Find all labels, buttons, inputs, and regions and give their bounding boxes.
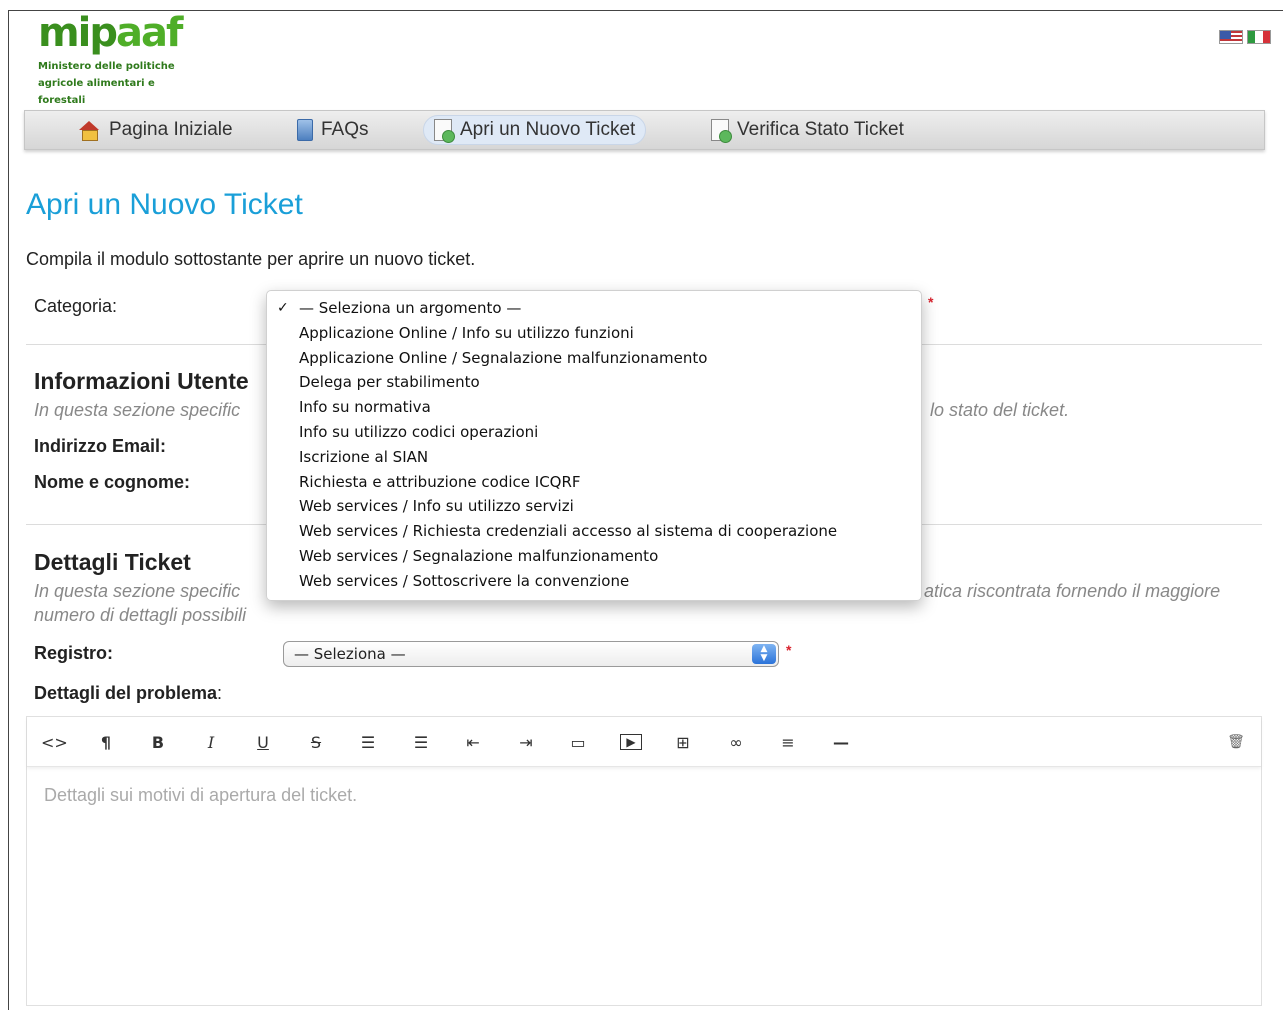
category-dropdown-menu: ✓ — Seleziona un argomento — Applicazion… — [266, 290, 922, 601]
dropdown-option[interactable]: Web services / Sottoscrivere la convenzi… — [267, 569, 921, 594]
dropdown-option[interactable]: Web services / Segnalazione malfunzionam… — [267, 544, 921, 569]
faq-book-icon — [297, 119, 313, 141]
select-arrows-icon: ▲ ▼ — [752, 644, 776, 664]
nav-faqs[interactable]: FAQs — [287, 115, 379, 145]
name-label: Nome e cognome: — [34, 472, 191, 492]
registry-required-mark: * — [786, 642, 792, 658]
editor-toolbar: <> ¶ B I U S ☰ ☰ ⇤ ⇥ ▭ ▶ ⊞ ∞ ≡ — 🗑 — [27, 717, 1261, 767]
registry-label: Registro: — [34, 643, 114, 663]
horizontal-rule-icon[interactable]: — — [830, 731, 852, 753]
registry-select[interactable]: — Seleziona — ▲ ▼ — [283, 641, 779, 667]
nav-home-label: Pagina Iniziale — [109, 119, 233, 140]
registry-select-value: — Seleziona — — [294, 645, 406, 663]
paragraph-icon[interactable]: ¶ — [95, 731, 117, 753]
link-icon[interactable]: ∞ — [725, 731, 747, 753]
email-label: Indirizzo Email: — [34, 436, 167, 456]
indent-icon[interactable]: ⇥ — [515, 731, 537, 753]
user-info-description: In questa sezione specific — [34, 400, 241, 420]
main-navbar: Pagina Iniziale FAQs Apri un Nuovo Ticke… — [24, 110, 1265, 150]
underline-icon[interactable]: U — [252, 731, 274, 753]
ticket-details-description-end: atica riscontrata fornendo il maggiore — [924, 581, 1221, 601]
dropdown-option[interactable]: Web services / Richiesta credenziali acc… — [267, 519, 921, 544]
ordered-list-icon[interactable]: ☰ — [410, 731, 432, 753]
unordered-list-icon[interactable]: ☰ — [357, 731, 379, 753]
dropdown-option[interactable]: Info su normativa — [267, 395, 921, 420]
category-label: Categoria: — [34, 296, 118, 316]
video-icon[interactable]: ▶ — [620, 734, 642, 750]
category-required-mark: * — [928, 294, 934, 310]
ticket-status-icon — [711, 119, 732, 143]
outdent-icon[interactable]: ⇤ — [462, 731, 484, 753]
dropdown-option[interactable]: Applicazione Online / Info su utilizzo f… — [267, 321, 921, 346]
mipaaf-logo[interactable]: mipaaf Ministero delle politiche agricol… — [38, 10, 183, 109]
english-flag-icon[interactable] — [1219, 30, 1243, 44]
dropdown-option[interactable]: Delega per stabilimento — [267, 370, 921, 395]
page-intro: Compila il modulo sottostante per aprire… — [26, 249, 476, 269]
dropdown-option[interactable]: Richiesta e attribuzione codice ICQRF — [267, 470, 921, 495]
nav-home[interactable]: Pagina Iniziale — [67, 115, 243, 145]
new-ticket-icon — [434, 119, 455, 143]
dropdown-option[interactable]: Info su utilizzo codici operazioni — [267, 420, 921, 445]
nav-ticket-status[interactable]: Verifica Stato Ticket — [701, 115, 914, 145]
user-info-heading: Informazioni Utente — [34, 368, 249, 394]
nav-faqs-label: FAQs — [321, 119, 369, 140]
page-title: Apri un Nuovo Ticket — [26, 188, 303, 221]
nav-new-ticket-label: Apri un Nuovo Ticket — [460, 119, 636, 140]
align-icon[interactable]: ≡ — [777, 731, 799, 753]
editor-placeholder[interactable]: Dettagli sui motivi di apertura del tick… — [44, 785, 357, 806]
dropdown-option[interactable]: ✓ — Seleziona un argomento — — [267, 296, 921, 321]
delete-icon[interactable]: 🗑 — [1225, 731, 1247, 753]
dropdown-option[interactable]: Iscrizione al SIAN — [267, 445, 921, 470]
bold-icon[interactable]: B — [147, 731, 169, 753]
logo-subtitle: Ministero delle politiche agricole alime… — [38, 61, 175, 106]
checkmark-icon: ✓ — [277, 300, 289, 316]
rich-text-editor: <> ¶ B I U S ☰ ☰ ⇤ ⇥ ▭ ▶ ⊞ ∞ ≡ — 🗑 Detta… — [26, 716, 1262, 1006]
table-icon[interactable]: ⊞ — [672, 731, 694, 753]
language-switcher — [1219, 30, 1271, 44]
nav-new-ticket[interactable]: Apri un Nuovo Ticket — [423, 115, 647, 145]
html-code-icon[interactable]: <> — [41, 731, 68, 753]
image-icon[interactable]: ▭ — [567, 731, 589, 753]
nav-ticket-status-label: Verifica Stato Ticket — [737, 119, 904, 140]
problem-details-label: Dettagli del problema: — [34, 683, 223, 703]
ticket-details-description-line2: numero di dettagli possibili — [34, 605, 247, 625]
strikethrough-icon[interactable]: S — [305, 731, 327, 753]
dropdown-option[interactable]: Applicazione Online / Segnalazione malfu… — [267, 346, 921, 371]
user-info-description-end: lo stato del ticket. — [930, 400, 1070, 420]
italic-icon[interactable]: I — [200, 731, 222, 753]
ticket-details-description: In questa sezione specific — [34, 581, 241, 601]
home-icon — [77, 121, 101, 141]
ticket-details-heading: Dettagli Ticket — [34, 549, 191, 575]
italian-flag-icon[interactable] — [1247, 30, 1271, 44]
logo-wordmark: mipaaf — [38, 10, 183, 56]
dropdown-option[interactable]: Web services / Info su utilizzo servizi — [267, 494, 921, 519]
